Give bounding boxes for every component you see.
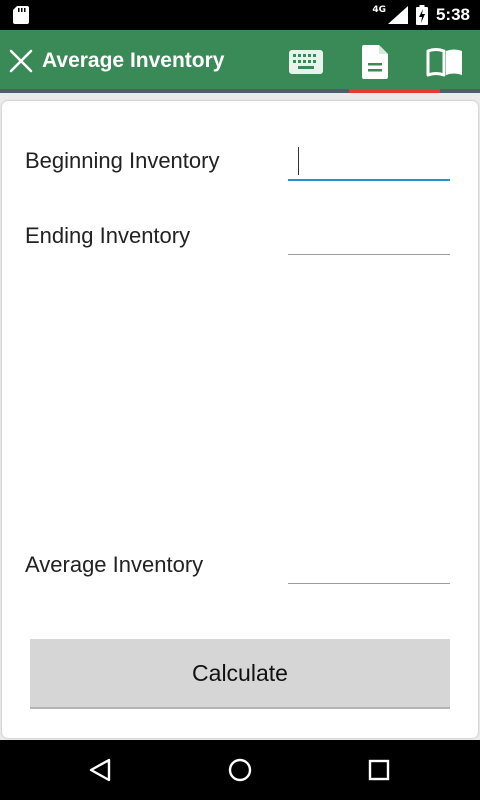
- average-inventory-result[interactable]: [288, 554, 450, 584]
- home-button[interactable]: [220, 750, 260, 790]
- document-icon: [362, 45, 388, 79]
- tab-book[interactable]: [420, 40, 470, 84]
- home-icon: [228, 758, 252, 782]
- average-inventory-label: Average Inventory: [25, 552, 204, 577]
- recents-icon: [368, 759, 390, 781]
- status-bar: 4G 5:38: [0, 0, 480, 30]
- close-icon: [9, 49, 33, 73]
- navigation-bar: [0, 740, 480, 800]
- clock: 5:38: [435, 5, 470, 24]
- text-cursor: [298, 147, 299, 175]
- book-icon: [426, 48, 462, 77]
- close-button[interactable]: [6, 45, 36, 77]
- recents-button[interactable]: [359, 750, 399, 790]
- battery-charging-icon: [415, 5, 428, 25]
- back-icon: [89, 758, 111, 782]
- back-button[interactable]: [80, 750, 120, 790]
- ending-inventory-input[interactable]: [288, 225, 450, 255]
- beginning-inventory-label: Beginning Inventory: [25, 148, 220, 173]
- signal-icon: [387, 6, 408, 24]
- ending-inventory-label: Ending Inventory: [25, 223, 191, 248]
- calculate-button[interactable]: Calculate: [30, 639, 450, 709]
- tab-document[interactable]: [350, 40, 400, 84]
- keyboard-icon: [289, 50, 323, 74]
- sd-card-icon: [13, 6, 29, 24]
- beginning-inventory-input[interactable]: [288, 151, 450, 181]
- active-tab-indicator: [349, 89, 440, 93]
- tab-keyboard[interactable]: [281, 40, 331, 84]
- page-title: Average Inventory: [42, 49, 225, 72]
- network-type: 4G: [372, 5, 386, 15]
